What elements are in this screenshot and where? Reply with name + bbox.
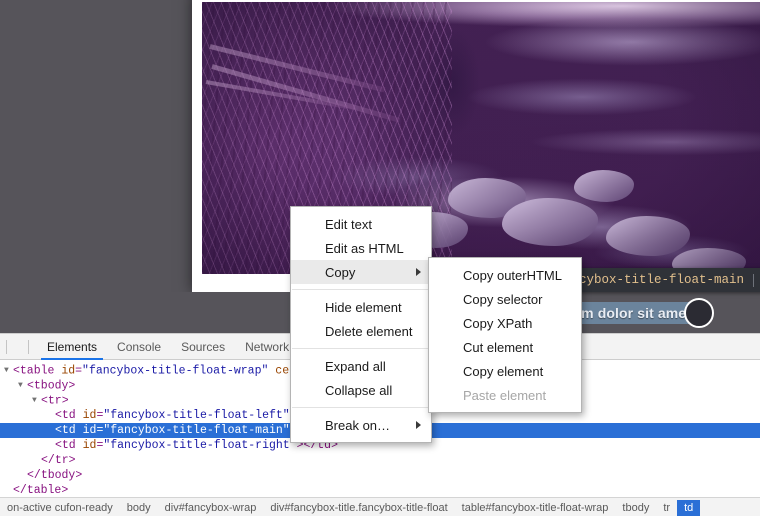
menu-item-break-on[interactable]: Break on… — [291, 413, 431, 437]
dom-token-punct: < — [41, 394, 48, 408]
menu-item-label: Break on… — [325, 417, 391, 433]
menu-item-copy[interactable]: Copy — [291, 260, 431, 284]
breadcrumb-item[interactable]: div#fancybox-title.fancybox-title-float — [263, 500, 454, 516]
submenu-item-cut-element[interactable]: Cut element — [429, 335, 581, 359]
chevron-right-icon — [416, 421, 421, 429]
dom-token-punct: = — [75, 364, 83, 378]
tab-sources[interactable]: Sources — [171, 334, 235, 359]
expand-triangle-icon[interactable]: ▼ — [18, 378, 27, 393]
dom-token-attr: id — [54, 364, 76, 378]
menu-item-label: Edit text — [325, 216, 372, 232]
menu-item-collapse-all[interactable]: Collapse all — [291, 378, 431, 402]
dom-row[interactable]: </tr> — [0, 453, 760, 468]
dom-token-tag: tr — [54, 454, 69, 467]
context-submenu-copy[interactable]: Copy outerHTML Copy selector Copy XPath Cut… — [428, 257, 582, 413]
fancybox-image-container[interactable] — [202, 2, 760, 274]
inspector-tooltip-selector: ancybox-title-float-main — [564, 273, 745, 287]
dom-token-punct: </ — [27, 469, 41, 482]
dom-token-val: "fancybox-title-float-main" — [103, 424, 290, 437]
breadcrumb-item[interactable]: on-active cufon-ready — [0, 500, 120, 516]
menu-item-label: Copy outerHTML — [463, 267, 562, 283]
menu-item-label: Expand all — [325, 358, 386, 374]
menu-item-expand-all[interactable]: Expand all — [291, 354, 431, 378]
fancybox-title-float-right — [683, 297, 714, 328]
menu-item-label: Cut element — [463, 339, 534, 355]
menu-item-label: Copy XPath — [463, 315, 533, 331]
dom-token-punct: > — [61, 394, 69, 408]
fancybox-wrap — [192, 0, 760, 292]
dom-token-tag: table — [19, 364, 55, 378]
dom-token-attr: id — [75, 409, 97, 422]
breadcrumb-item[interactable]: td — [677, 499, 701, 516]
menu-item-label: Copy element — [463, 363, 544, 379]
breadcrumb-item[interactable]: div#fancybox-wrap — [158, 500, 264, 516]
submenu-item-copy-xpath[interactable]: Copy XPath — [429, 311, 581, 335]
menu-item-label: Edit as HTML — [325, 240, 404, 256]
menu-item-label: Hide element — [325, 299, 402, 315]
context-menu[interactable]: Edit text Edit as HTML Copy Hide element Del… — [290, 206, 432, 443]
dom-token-punct: </ — [13, 484, 27, 497]
dom-token-tag: tr — [47, 394, 62, 408]
tab-console[interactable]: Console — [107, 334, 171, 359]
dom-token-tag: td — [61, 439, 76, 452]
menu-item-edit-as-html[interactable]: Edit as HTML — [291, 236, 431, 260]
dom-token-punct: > — [68, 379, 76, 393]
menu-item-label: Copy selector — [463, 291, 543, 307]
menu-item-hide-element[interactable]: Hide element — [291, 295, 431, 319]
menu-separator — [292, 289, 430, 290]
dom-token-val: "fancybox-title-float-left" — [103, 409, 290, 422]
toolbar-divider — [28, 339, 29, 354]
menu-item-edit-text[interactable]: Edit text — [291, 212, 431, 236]
dom-token-punct: < — [55, 439, 62, 452]
inspector-tooltip: ancybox-title-float-main 158 — [556, 268, 760, 292]
dom-token-punct: < — [55, 409, 62, 422]
expand-triangle-icon[interactable]: ▼ — [32, 393, 41, 408]
menu-item-label: Copy — [325, 264, 356, 280]
dom-token-punct: > — [68, 454, 76, 467]
breadcrumb-item[interactable]: tr — [656, 500, 677, 516]
dom-token-tag: table — [26, 484, 62, 497]
dom-token-tag: td — [61, 424, 76, 437]
submenu-item-copy-element[interactable]: Copy element — [429, 359, 581, 383]
tooltip-separator — [753, 273, 755, 287]
dom-token-attr: id — [75, 424, 97, 437]
menu-item-label: Delete element — [325, 323, 413, 339]
dom-token-tag: td — [61, 409, 76, 422]
menu-item-label: Paste element — [463, 387, 547, 403]
chevron-right-icon — [416, 268, 421, 276]
toolbar-divider — [6, 339, 7, 354]
dom-token-val: "fancybox-title-float-wrap" — [82, 364, 269, 378]
dom-token-tag: tbody — [33, 379, 69, 393]
menu-item-label: Collapse all — [325, 382, 393, 398]
menu-separator — [292, 407, 430, 408]
dom-token-attr: id — [75, 439, 97, 452]
dom-token-punct: < — [55, 424, 62, 437]
submenu-item-paste-element: Paste element — [429, 383, 581, 407]
tab-elements[interactable]: Elements — [37, 334, 107, 360]
dom-token-tag: tbody — [40, 469, 76, 482]
submenu-item-copy-selector[interactable]: Copy selector — [429, 287, 581, 311]
dom-token-punct: > — [75, 469, 83, 482]
lightbox-photo — [202, 2, 760, 274]
dom-row[interactable]: </tbody> — [0, 468, 760, 483]
menu-item-delete-element[interactable]: Delete element — [291, 319, 431, 343]
dom-token-val: "fancybox-title-float-right" — [103, 439, 297, 452]
breadcrumb-item[interactable]: body — [120, 500, 158, 516]
breadcrumb-item[interactable]: table#fancybox-title-float-wrap — [455, 500, 616, 516]
inspect-element-icon[interactable] — [11, 338, 24, 355]
breadcrumb-item[interactable]: tbody — [615, 500, 656, 516]
screen-root: ipsum dolor sit amet ancybox-title-float… — [0, 0, 760, 516]
dom-row[interactable]: </table> — [0, 483, 760, 498]
expand-triangle-icon[interactable]: ▼ — [4, 363, 13, 378]
dom-token-punct: </ — [41, 454, 55, 467]
dom-token-punct: < — [13, 364, 20, 378]
menu-separator — [292, 348, 430, 349]
photo-vignette — [202, 2, 760, 274]
dom-token-punct: > — [61, 484, 69, 497]
dom-token-punct: < — [27, 379, 34, 393]
submenu-item-copy-outerhtml[interactable]: Copy outerHTML — [429, 263, 581, 287]
devtools-left-toolbar — [0, 334, 37, 359]
breadcrumb: on-active cufon-ready body div#fancybox-wr… — [0, 497, 760, 516]
